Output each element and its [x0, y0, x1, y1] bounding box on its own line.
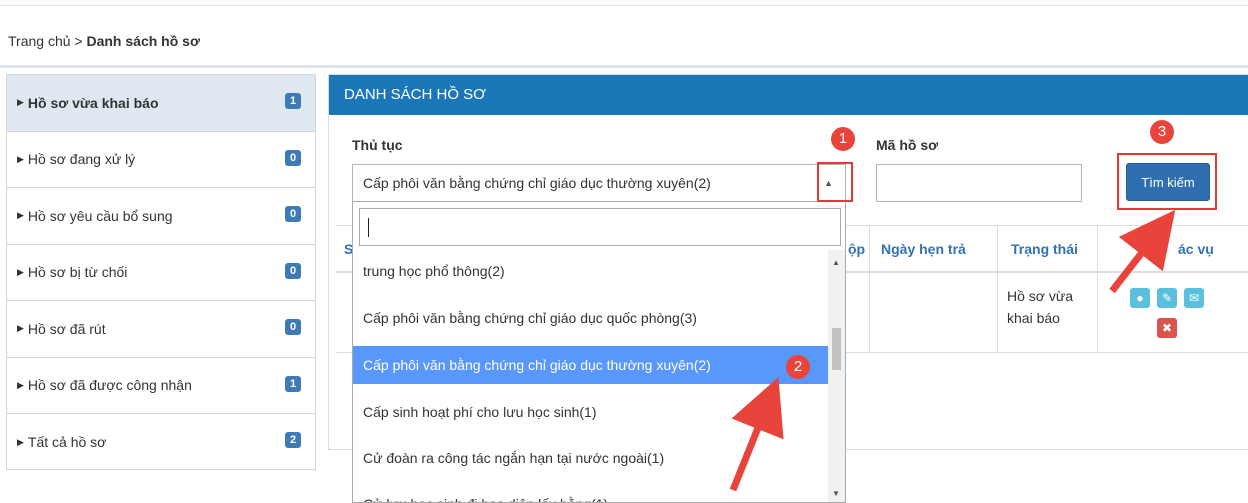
arrow-to-search — [1109, 209, 1176, 294]
arrow-to-option — [729, 377, 784, 492]
annotation-arrows — [729, 209, 1176, 492]
